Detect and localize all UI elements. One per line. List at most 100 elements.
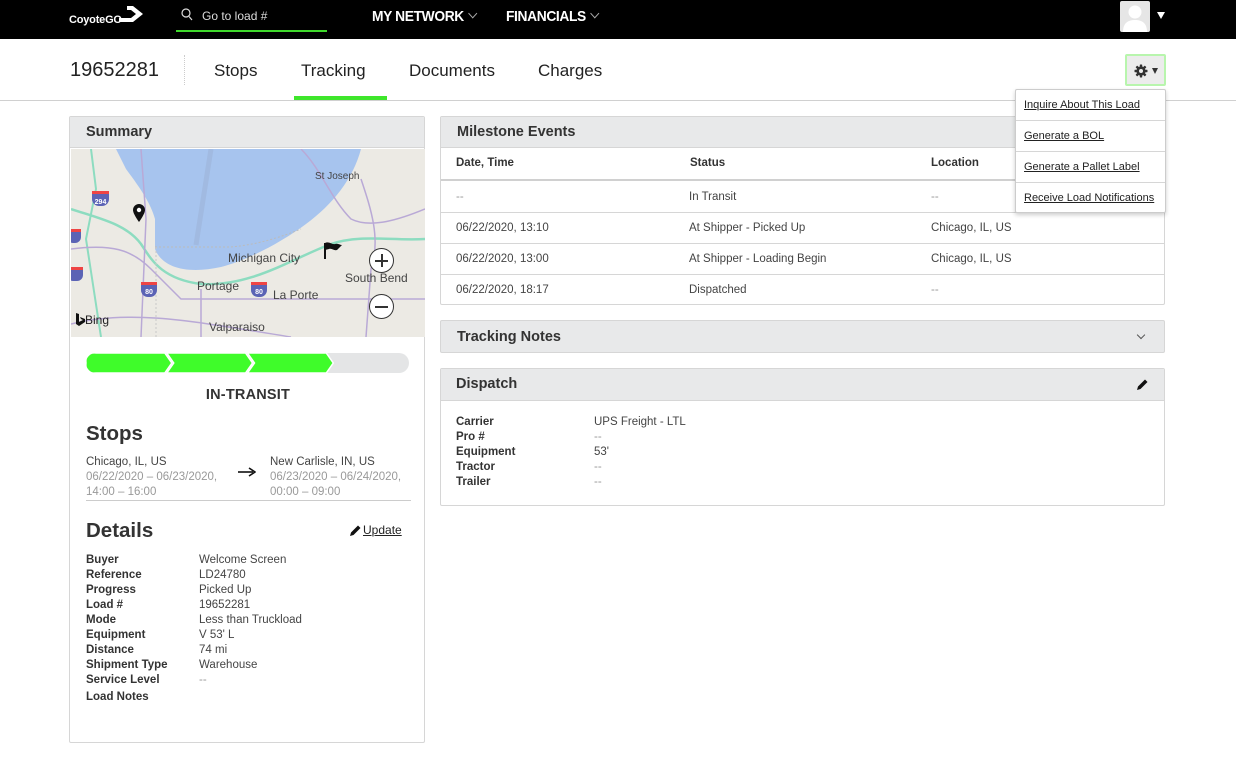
progress-step-complete — [246, 353, 335, 373]
nav-my-network-label: MY NETWORK — [372, 8, 464, 25]
menu-item-label[interactable]: Generate a Pallet Label — [1024, 161, 1140, 173]
actions-gear-button[interactable] — [1125, 54, 1166, 86]
origin-pin-icon — [133, 204, 145, 222]
detail-value: 74 mi — [199, 644, 228, 656]
chevron-down-icon — [590, 8, 600, 19]
edit-pencil-icon[interactable] — [1136, 378, 1149, 391]
milestone-date: 06/22/2020, 13:10 — [456, 222, 549, 234]
highway-shield-355 — [71, 267, 83, 281]
detail-value: Picked Up — [199, 584, 252, 596]
dispatch-value: 53' — [594, 446, 609, 458]
dispatch-title: Dispatch — [456, 376, 518, 392]
detail-value: Warehouse — [199, 659, 258, 671]
dispatch-value: UPS Freight - LTL — [594, 416, 686, 428]
search-icon — [181, 8, 193, 21]
destination-dates: 06/23/2020 – 06/24/2020, — [270, 471, 402, 483]
bing-logo-icon — [76, 313, 85, 326]
detail-key: Progress — [86, 584, 136, 596]
tab-tracking[interactable]: Tracking — [301, 61, 366, 81]
destination-flag-icon — [324, 242, 342, 259]
column-header-status[interactable]: Status — [690, 157, 725, 169]
column-header-location[interactable]: Location — [931, 157, 979, 169]
menu-item-pallet-label[interactable]: Generate a Pallet Label — [1016, 152, 1165, 183]
chevron-down-icon — [468, 8, 478, 19]
dispatch-panel: Dispatch Carrier UPS Freight - LTL Pro # --… — [440, 368, 1165, 506]
load-search — [176, 4, 327, 32]
origin-times: 14:00 – 16:00 — [86, 486, 157, 498]
tab-documents[interactable]: Documents — [409, 61, 495, 81]
dispatch-key: Tractor — [456, 461, 495, 473]
plus-icon-vertical — [381, 254, 383, 267]
milestone-location: -- — [931, 191, 939, 203]
tab-charges[interactable]: Charges — [538, 61, 602, 81]
active-tab-indicator — [294, 96, 387, 100]
nav-my-network[interactable]: MY NETWORK — [372, 8, 478, 25]
detail-key: Service Level — [86, 674, 160, 686]
user-silhouette-icon — [1123, 5, 1147, 32]
map-label-south-bend: South Bend — [345, 271, 408, 285]
logo-text: CoyoteGO — [69, 14, 122, 26]
milestone-location: -- — [931, 284, 939, 296]
milestone-status: At Shipper - Picked Up — [689, 222, 806, 234]
highway-shield-294: 294 — [92, 191, 109, 206]
map-label-portage: Portage — [197, 279, 240, 293]
map-zoom-out-button[interactable] — [369, 294, 394, 319]
menu-item-generate-bol[interactable]: Generate a BOL — [1016, 121, 1165, 152]
progress-step-complete — [86, 353, 173, 373]
shipment-status: IN-TRANSIT — [205, 387, 291, 403]
route-map[interactable]: 294 80 80 St Joseph Michigan City South … — [71, 149, 425, 337]
divider — [184, 55, 185, 85]
map-zoom-in-button[interactable] — [369, 248, 394, 273]
search-input[interactable] — [202, 7, 322, 25]
caret-down-icon — [1152, 68, 1158, 74]
map-label-michigan-city: Michigan City — [228, 251, 301, 265]
detail-key: Shipment Type — [86, 659, 168, 671]
load-number: 19652281 — [70, 59, 159, 81]
menu-item-label[interactable]: Inquire About This Load — [1024, 99, 1140, 111]
highway-shield-80: 80 — [251, 282, 267, 297]
pencil-icon — [350, 525, 361, 536]
chevron-down-icon[interactable] — [1136, 330, 1146, 340]
top-nav-bar: CoyoteGO MY NETWORK FINANCIALS — [0, 0, 1236, 39]
user-avatar[interactable] — [1120, 1, 1150, 32]
column-header-date[interactable]: Date, Time — [456, 157, 514, 169]
divider — [86, 500, 411, 501]
dispatch-header: Dispatch — [441, 369, 1164, 401]
update-details-link[interactable]: Update — [349, 523, 402, 537]
dispatch-key: Pro # — [456, 431, 485, 443]
logo-arrow-icon — [119, 6, 143, 22]
milestone-date: 06/22/2020, 18:17 — [456, 284, 549, 296]
milestone-status: Dispatched — [689, 284, 747, 296]
dispatch-key: Equipment — [456, 446, 516, 458]
detail-value: Welcome Screen — [199, 554, 287, 566]
menu-item-load-notifications[interactable]: Receive Load Notifications — [1016, 183, 1165, 214]
details-heading: Details — [86, 519, 154, 542]
shipment-progress-bar — [86, 353, 409, 373]
bing-label: Bing — [85, 313, 110, 327]
highway-shield-80: 80 — [141, 282, 157, 297]
tab-stops[interactable]: Stops — [214, 61, 257, 81]
dispatch-key: Trailer — [456, 476, 491, 488]
stops-heading: Stops — [86, 422, 143, 445]
tracking-notes-panel[interactable]: Tracking Notes — [440, 320, 1165, 353]
destination-city: New Carlisle, IN, US — [270, 456, 375, 468]
map-label-la-porte: La Porte — [273, 288, 319, 302]
dispatch-value: -- — [594, 476, 602, 488]
nav-financials[interactable]: FINANCIALS — [506, 8, 600, 25]
detail-value: Less than Truckload — [199, 614, 302, 626]
user-menu-caret-icon[interactable] — [1157, 12, 1165, 19]
coyotego-logo[interactable]: CoyoteGO — [69, 4, 149, 32]
detail-key: Load Notes — [86, 691, 149, 703]
menu-item-inquire[interactable]: Inquire About This Load — [1016, 90, 1165, 121]
menu-item-label[interactable]: Generate a BOL — [1024, 130, 1104, 142]
highway-shield-88 — [71, 229, 81, 243]
menu-item-label[interactable]: Receive Load Notifications — [1024, 192, 1154, 204]
milestone-row: 06/22/2020, 13:10 At Shipper - Picked Up C… — [441, 213, 1164, 244]
summary-title: Summary — [86, 124, 153, 140]
summary-panel: Summary 294 80 80 St Joseph Michigan Cit… — [69, 116, 425, 743]
nav-financials-label: FINANCIALS — [506, 8, 586, 25]
detail-key: Reference — [86, 569, 142, 581]
summary-header: Summary — [70, 117, 424, 148]
origin-dates: 06/22/2020 – 06/23/2020, — [86, 471, 218, 483]
detail-key: Equipment — [86, 629, 146, 641]
